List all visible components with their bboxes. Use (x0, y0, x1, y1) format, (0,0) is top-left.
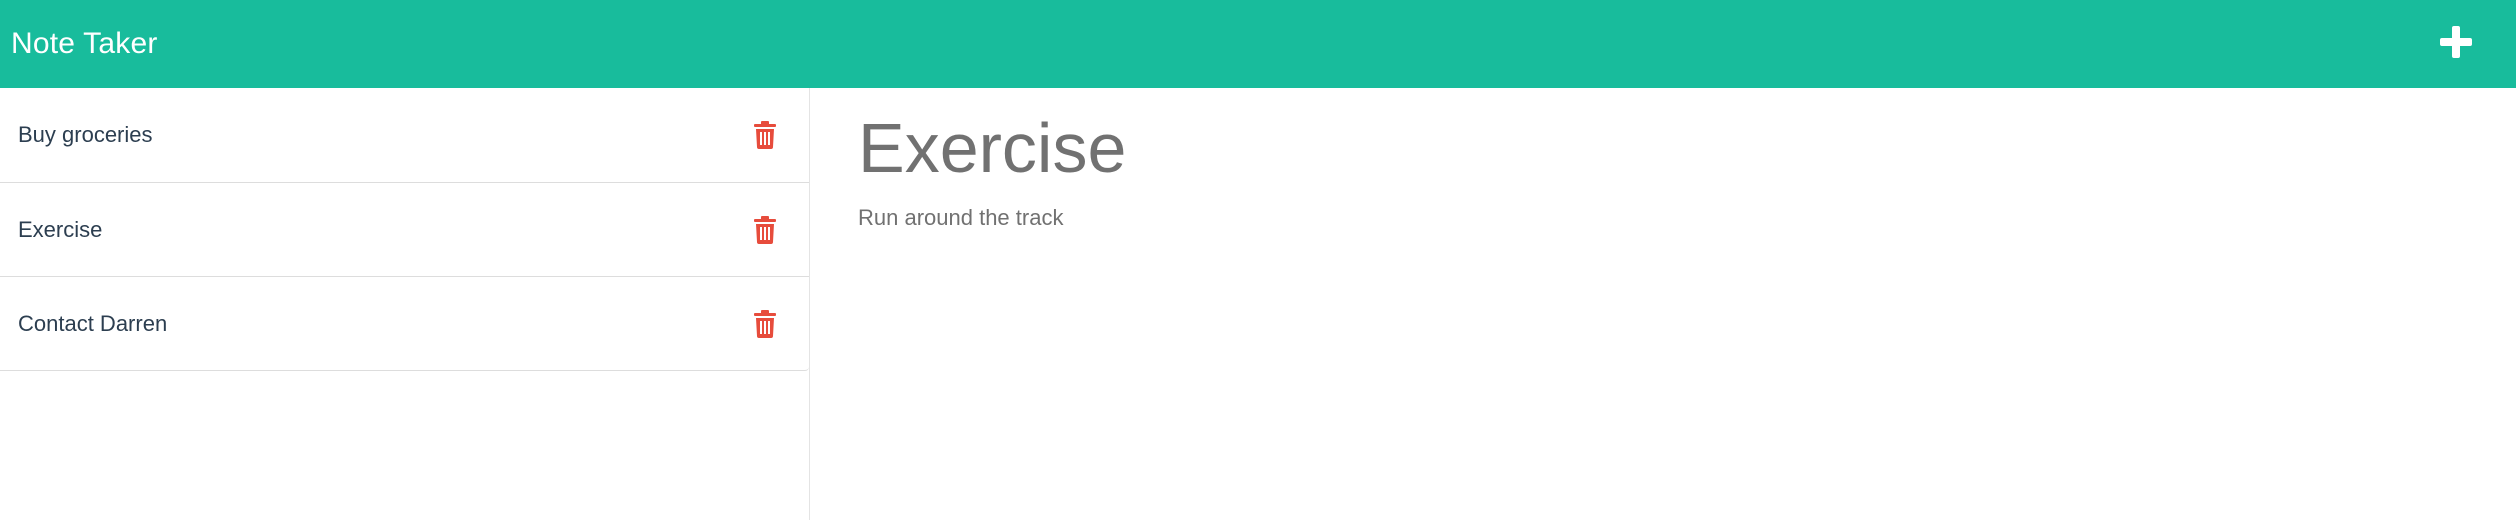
note-list: Buy groceries Exercise Contact Darren (0, 88, 809, 371)
note-title-field[interactable]: Exercise (858, 110, 2458, 187)
notes-sidebar: Buy groceries Exercise Contact Darren (0, 88, 810, 520)
note-item-exercise[interactable]: Exercise (0, 182, 809, 276)
note-item-buy-groceries[interactable]: Buy groceries (0, 88, 809, 182)
note-title: Exercise (18, 216, 103, 242)
note-text-field[interactable]: Run around the track (858, 205, 2458, 231)
note-title: Contact Darren (18, 310, 168, 336)
trash-icon[interactable] (751, 120, 779, 150)
plus-icon (2440, 26, 2472, 58)
trash-icon[interactable] (751, 309, 779, 339)
navbar: Note Taker (0, 0, 2516, 88)
note-title: Buy groceries (18, 122, 153, 147)
new-note-button[interactable] (2436, 22, 2476, 62)
app-title[interactable]: Note Taker (11, 27, 158, 61)
trash-icon[interactable] (751, 215, 779, 245)
note-item-contact-darren[interactable]: Contact Darren (0, 276, 809, 370)
note-detail: Exercise Run around the track (858, 88, 2458, 231)
